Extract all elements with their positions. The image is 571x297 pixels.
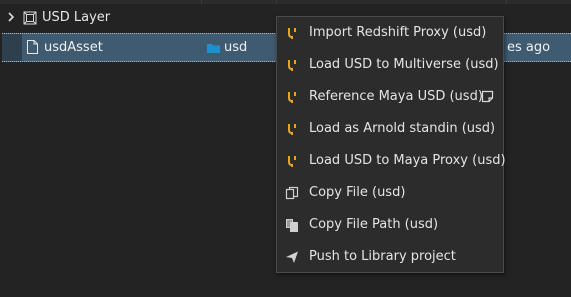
asset-name: usdAsset: [44, 40, 103, 55]
menu-item-label: Load as Arnold standin (usd): [309, 121, 496, 136]
menu-item-label: Import Redshift Proxy (usd): [309, 25, 487, 40]
folder-icon: [207, 44, 220, 53]
tree-row-label: USD Layer: [42, 10, 111, 25]
menu-item-push-to-library[interactable]: Push to Library project: [277, 242, 503, 272]
copy-path-icon: [286, 219, 298, 232]
asset-date: es ago: [507, 40, 551, 55]
menu-item-label: Push to Library project: [309, 249, 456, 264]
menu-item-reference-maya-usd[interactable]: Reference Maya USD (usd): [277, 82, 503, 112]
menu-item-load-usd-multiverse[interactable]: Load USD to Multiverse (usd): [277, 50, 503, 80]
menu-item-load-arnold-standin[interactable]: Load as Arnold standin (usd): [277, 114, 503, 144]
menu-item-load-usd-maya-proxy[interactable]: Load USD to Maya Proxy (usd): [277, 146, 506, 176]
copy-icon: [285, 186, 299, 200]
usd-icon: [288, 28, 296, 39]
asset-type: usd: [224, 40, 248, 55]
send-icon: [286, 251, 298, 263]
usd-icon: [288, 124, 296, 135]
row-indent-band: [2, 34, 22, 61]
loader-panel: USD Layer usdAsset usd es ago Import Red…: [0, 0, 571, 297]
menu-item-label: Load USD to Multiverse (usd): [309, 57, 499, 72]
menu-item-import-redshift-proxy[interactable]: Import Redshift Proxy (usd): [277, 18, 503, 48]
usd-layer-icon: [23, 11, 37, 25]
option-box-icon[interactable]: [481, 90, 494, 103]
usd-icon: [288, 92, 296, 103]
menu-item-copy-file-path[interactable]: Copy File Path (usd): [277, 210, 503, 240]
menu-item-label: Copy File Path (usd): [309, 217, 439, 232]
menu-item-label: Copy File (usd): [309, 185, 406, 200]
file-icon: [27, 40, 38, 54]
context-menu: Import Redshift Proxy (usd) Load USD to …: [276, 16, 506, 273]
usd-icon: [288, 156, 296, 167]
menu-item-label: Load USD to Maya Proxy (usd): [309, 153, 506, 168]
menu-item-copy-file[interactable]: Copy File (usd): [277, 178, 503, 208]
chevron-right-icon[interactable]: [7, 12, 15, 22]
menu-item-label: Reference Maya USD (usd): [309, 89, 483, 104]
usd-icon: [288, 60, 296, 71]
